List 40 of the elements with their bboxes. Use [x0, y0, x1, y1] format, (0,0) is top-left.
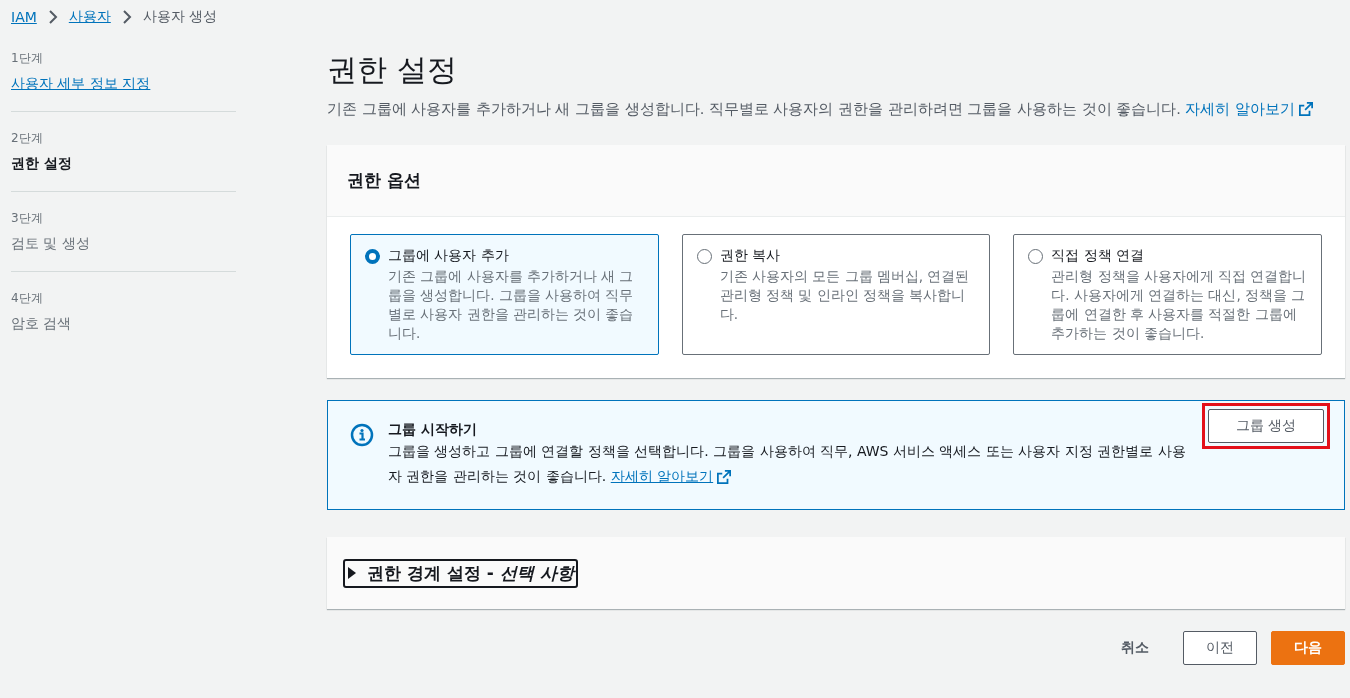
step-number: 1단계	[11, 50, 44, 67]
step-name: 암호 검색	[11, 315, 72, 333]
page-title: 권한 설정	[327, 51, 458, 89]
step-number: 4단계	[11, 290, 44, 307]
chevron-right-icon	[120, 10, 133, 24]
option-label: 그룹에 사용자 추가	[388, 247, 510, 265]
cancel-button[interactable]: 취소	[1101, 639, 1169, 657]
boundary-toggle[interactable]: 권한 경계 설정 - 선택 사항	[343, 558, 578, 588]
info-icon	[350, 423, 374, 447]
step-number: 2단계	[11, 130, 44, 147]
previous-button[interactable]: 이전	[1183, 631, 1257, 665]
step-name: 권한 설정	[11, 155, 72, 173]
learn-more-link[interactable]: 자세히 알아보기	[1185, 97, 1313, 121]
option-label: 권한 복사	[719, 247, 782, 265]
chevron-right-icon	[46, 10, 59, 24]
breadcrumb-link[interactable]: 사용자	[68, 8, 111, 26]
radio-button[interactable]	[1028, 249, 1044, 264]
create-group-button[interactable]: 그룹 생성	[1208, 409, 1324, 443]
caret-icon	[347, 567, 357, 579]
breadcrumb-current-page: 사용자 생성	[142, 8, 218, 26]
card-title: 권한 옵션	[347, 169, 421, 192]
learn-more-link[interactable]: 자세히 알아보기	[610, 464, 732, 489]
info-text: 그룹을 생성하고 그룹에 연결할 정책을 선택합니다. 그룹을 사용하여 직무, AWS 서비스 액세스 또는 사용자 지정 권한별로 사용자 권한을 관리하는 것이 좋습니다. 자세히 알아보기	[388, 439, 1188, 489]
option-description: 기존 그룹에 사용자를 추가하거나 새 그룹을 생성합니다. 그룹을 사용하여 직무별로 사용자 권한을 관리하는 것이 좋습니다.	[388, 267, 635, 343]
radio-button[interactable]	[365, 249, 380, 264]
step-name: 검토 및 생성	[11, 235, 90, 253]
radio-button[interactable]	[696, 249, 712, 264]
step-link[interactable]: 사용자 세부 정보 지정	[11, 75, 151, 93]
breadcrumb-link[interactable]: IAM	[11, 9, 37, 25]
option-description: 관리형 정책을 사용자에게 직접 연결합니다. 사용자에게 연결하는 대신, 정책을 그룹에 연결한 후 사용자를 적절한 그룹에 추가하는 것이 좋습니다.	[1051, 267, 1307, 343]
permission-option[interactable]: 그룹에 사용자 추가 기존 그룹에 사용자를 추가하거나 새 그룹을 생성합니다. 그룹을 사용하여 직무별로 사용자 권한을 관리하는 것이 좋습니다.	[350, 234, 659, 355]
permission-option[interactable]: 권한 복사 기존 사용자의 모든 그룹 멤버십, 연결된 관리형 정책 및 인라인 정책을 복사합니다.	[681, 234, 991, 355]
option-label: 직접 정책 연결	[1051, 247, 1146, 265]
permission-option[interactable]: 직접 정책 연결 관리형 정책을 사용자에게 직접 연결합니다. 사용자에게 연결하는 대신, 정책을 그룹에 연결한 후 사용자를 적절한 그룹에 추가하는 것이 좋습니다.	[1013, 234, 1322, 355]
page-description: 기존 그룹에 사용자를 추가하거나 새 그룹을 생성합니다. 직무별로 사용자의 권한을 관리하려면 그룹을 사용하는 것이 좋습니다. 자세히 알아보기	[327, 97, 1345, 121]
step-number: 3단계	[11, 210, 44, 227]
info-title: 그룹 시작하기	[388, 420, 478, 439]
option-description: 기존 사용자의 모든 그룹 멤버십, 연결된 관리형 정책 및 인라인 정책을 복사합니다.	[719, 267, 971, 324]
external-link-icon	[1298, 102, 1313, 116]
external-link-icon	[717, 469, 732, 484]
